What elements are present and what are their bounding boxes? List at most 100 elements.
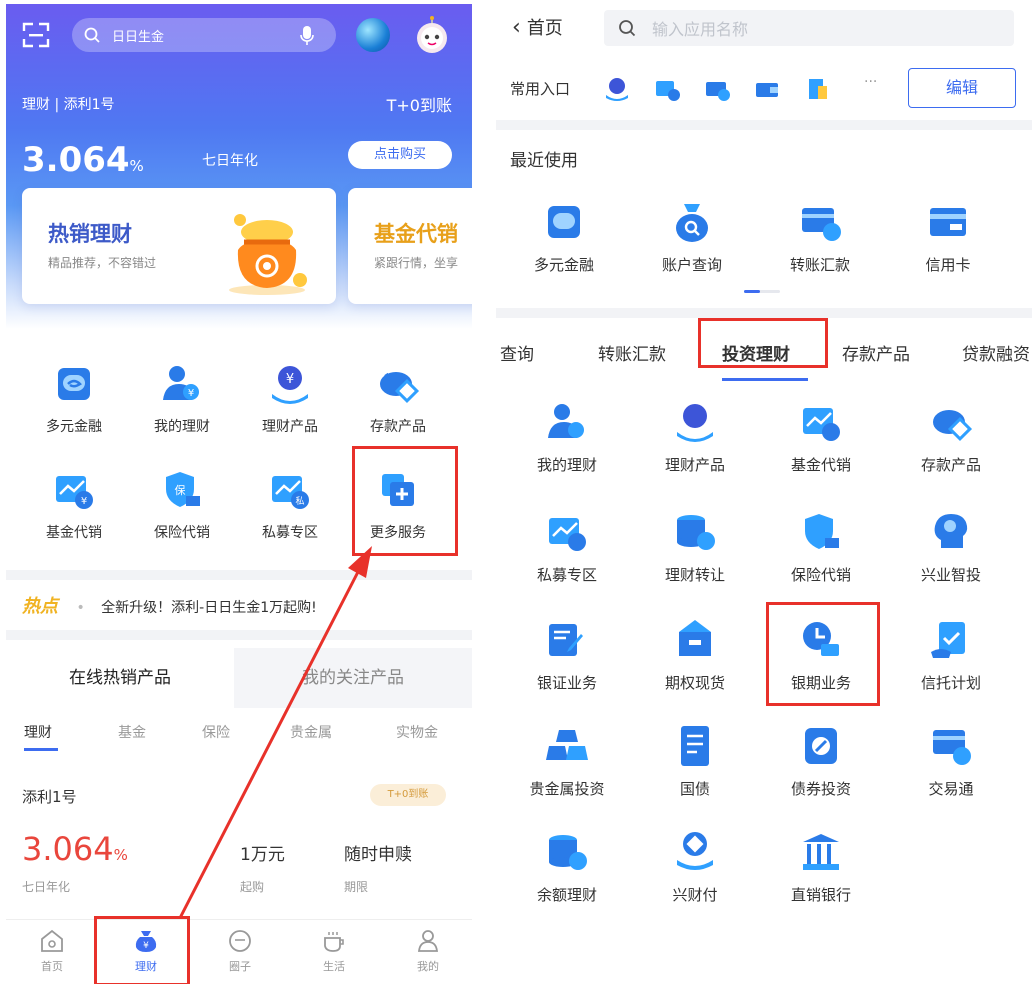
grid-item-finance-products[interactable]: ¥ 理财产品 bbox=[240, 362, 340, 436]
hot-finance-card[interactable]: 热销理财 精品推荐，不容错过 bbox=[22, 188, 336, 304]
tab-hot-products[interactable]: 在线热销产品 bbox=[6, 648, 234, 708]
nav-life[interactable]: 生活 bbox=[304, 928, 364, 974]
t0-label: T+0到账 bbox=[386, 96, 452, 115]
service-bond-investment[interactable]: 债券投资 bbox=[758, 724, 884, 799]
grid-item-insurance[interactable]: 保 保险代销 bbox=[132, 468, 232, 542]
piggy-bank-icon bbox=[380, 372, 420, 404]
grid-item-my-finance[interactable]: ¥ 我的理财 bbox=[132, 362, 232, 436]
tab-query[interactable]: 查询 bbox=[500, 340, 534, 365]
service-my-finance[interactable]: 我的理财 bbox=[504, 400, 630, 475]
service-precious-metals[interactable]: 贵金属投资 bbox=[504, 724, 630, 799]
service-direct-bank[interactable]: 直销银行 bbox=[758, 830, 884, 905]
product-rate-value: 3.064 bbox=[22, 830, 114, 868]
transfer-icon bbox=[802, 208, 841, 241]
recent-item-multi-finance[interactable]: 多元金融 bbox=[504, 200, 624, 275]
grid-item-fund-sales[interactable]: ¥ 基金代销 bbox=[24, 468, 124, 542]
service-label: 理财产品 bbox=[664, 456, 725, 474]
subtab-physical-gold[interactable]: 实物金 bbox=[396, 722, 438, 742]
app-search-input[interactable]: 输入应用名称 bbox=[604, 10, 1014, 46]
more-dots: ··· bbox=[864, 74, 878, 90]
grid-item-private-fund[interactable]: 私 私募专区 bbox=[240, 468, 340, 542]
nav-circle[interactable]: 圈子 bbox=[210, 928, 270, 974]
grid-label: 多元金融 bbox=[46, 419, 102, 435]
service-trust-plan[interactable]: 信托计划 bbox=[888, 618, 1014, 693]
nav-mine[interactable]: 我的 bbox=[398, 928, 458, 974]
product-tabs: 在线热销产品 我的关注产品 bbox=[6, 648, 472, 708]
service-private-fund[interactable]: 私募专区 bbox=[504, 510, 630, 585]
finance-products-icon bbox=[677, 404, 713, 442]
scan-icon[interactable] bbox=[22, 22, 50, 48]
tab-transfer[interactable]: 转账汇款 bbox=[598, 340, 666, 365]
service-label: 兴财付 bbox=[672, 886, 718, 904]
service-label: 交易通 bbox=[928, 780, 974, 798]
subtab-precious-metal[interactable]: 贵金属 bbox=[290, 722, 332, 742]
service-bank-securities[interactable]: 银证业务 bbox=[504, 618, 630, 693]
recent-item-transfer[interactable]: 转账汇款 bbox=[760, 200, 880, 275]
grid-item-multi-finance[interactable]: 多元金融 bbox=[24, 362, 124, 436]
edit-button[interactable]: 编辑 bbox=[908, 68, 1016, 108]
product-rate: 3.064% bbox=[22, 830, 128, 868]
service-label: 兴业智投 bbox=[920, 566, 981, 584]
service-options-spot[interactable]: 期权现货 bbox=[632, 618, 758, 693]
nav-label: 圈子 bbox=[229, 960, 251, 973]
service-finance-transfer[interactable]: 理财转让 bbox=[632, 510, 758, 585]
tab-followed-products[interactable]: 我的关注产品 bbox=[234, 648, 472, 708]
service-label: 存款产品 bbox=[920, 456, 981, 474]
microphone-icon[interactable] bbox=[300, 26, 314, 46]
right-top-bar: ‹ 首页 输入应用名称 bbox=[496, 4, 1032, 52]
grid-label: 私募专区 bbox=[262, 525, 318, 541]
highlight-investment-tab bbox=[698, 318, 828, 368]
tab-loans[interactable]: 贷款融资 bbox=[962, 340, 1030, 365]
robot-assistant-icon[interactable] bbox=[412, 16, 452, 56]
hot-news-ticker[interactable]: 热点 • 全新升级！添利-日日生金1万起购! bbox=[22, 592, 317, 618]
search-input[interactable]: 日日生金 bbox=[72, 18, 336, 52]
service-deposit-products[interactable]: 存款产品 bbox=[888, 400, 1014, 475]
account-query-icon bbox=[676, 204, 708, 242]
nav-label: 我的 bbox=[417, 960, 439, 973]
service-insurance[interactable]: 保险代销 bbox=[758, 510, 884, 585]
service-fund-sales[interactable]: 基金代销 bbox=[758, 400, 884, 475]
recent-item-credit-card[interactable]: 信用卡 bbox=[888, 200, 1008, 275]
tab-deposit[interactable]: 存款产品 bbox=[842, 340, 910, 365]
finance-products-icon[interactable] bbox=[604, 76, 630, 102]
subtab-insurance[interactable]: 保险 bbox=[202, 722, 230, 742]
nav-label: 生活 bbox=[323, 960, 345, 973]
service-trading-pass[interactable]: 交易通 bbox=[888, 724, 1014, 799]
transfer-icon[interactable] bbox=[704, 76, 730, 102]
redeem-anytime: 随时申赎 bbox=[344, 845, 412, 865]
hot-text: 全新升级！添利-日日生金1万起购! bbox=[101, 600, 317, 616]
fund-card[interactable]: 基金代销 紧跟行情，坐享 bbox=[348, 188, 472, 304]
buy-button[interactable]: 点击购买 bbox=[348, 141, 452, 169]
bank-building-icon bbox=[803, 834, 839, 870]
globe-icon[interactable] bbox=[356, 18, 390, 52]
svg-text:¥: ¥ bbox=[286, 372, 294, 387]
service-treasury-bonds[interactable]: 国债 bbox=[632, 724, 758, 799]
grid-item-deposit-products[interactable]: 存款产品 bbox=[348, 362, 448, 436]
service-balance-finance[interactable]: 余额理财 bbox=[504, 830, 630, 905]
back-button[interactable]: ‹ 首页 bbox=[512, 14, 563, 40]
nav-label: 首页 bbox=[41, 960, 63, 973]
fund-chart-icon[interactable] bbox=[654, 76, 680, 102]
nav-home[interactable]: 首页 bbox=[22, 928, 82, 974]
section-divider bbox=[6, 630, 472, 640]
fund-chart-icon bbox=[803, 408, 840, 441]
fund-chart-icon: ¥ bbox=[56, 476, 93, 509]
service-xingcaifu[interactable]: 兴财付 bbox=[632, 830, 758, 905]
grid-label: 理财产品 bbox=[262, 419, 318, 435]
product-name[interactable]: 添利1号 bbox=[22, 786, 77, 807]
service-smart-invest[interactable]: 兴业智投 bbox=[888, 510, 1014, 585]
subtab-fund[interactable]: 基金 bbox=[118, 722, 146, 742]
service-finance-products[interactable]: 理财产品 bbox=[632, 400, 758, 475]
grid-label: 基金代销 bbox=[46, 525, 102, 541]
recent-item-account-query[interactable]: 账户查询 bbox=[632, 200, 752, 275]
credit-card-icon bbox=[930, 208, 966, 236]
rate-value: 3.064 bbox=[22, 140, 130, 180]
box-icon bbox=[679, 620, 711, 656]
grid-label: 我的理财 bbox=[154, 419, 210, 435]
building-icon[interactable] bbox=[804, 76, 830, 102]
private-fund-icon bbox=[549, 518, 586, 551]
recent-label: 转账汇款 bbox=[789, 256, 850, 274]
subtab-finance[interactable]: 理财 bbox=[24, 722, 52, 742]
page-indicator bbox=[744, 290, 780, 293]
wallet-icon[interactable] bbox=[754, 76, 780, 102]
